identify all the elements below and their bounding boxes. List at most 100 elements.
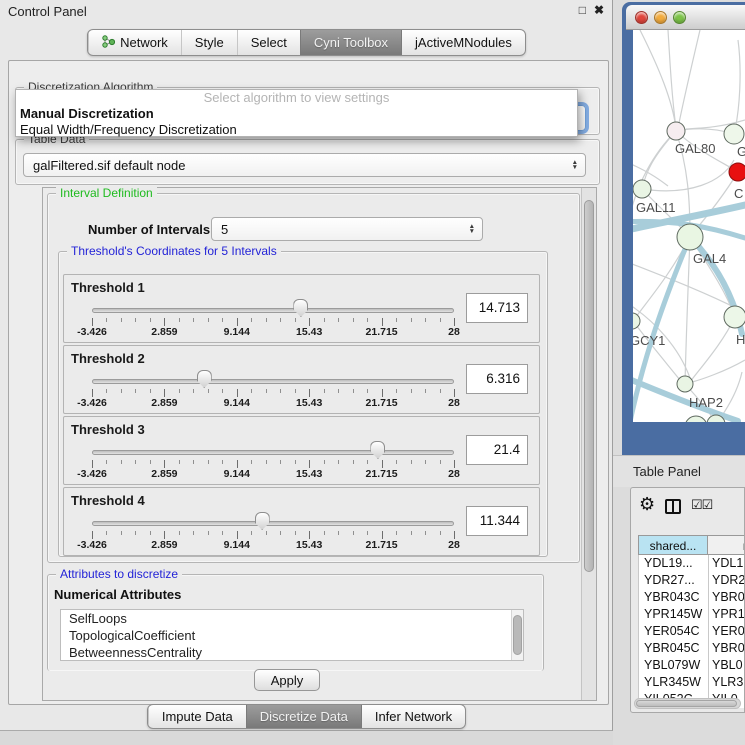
tab-label: jActiveMNodules xyxy=(415,35,512,50)
network-node[interactable] xyxy=(633,313,640,329)
name-cell[interactable]: YBR0 xyxy=(708,589,745,606)
threshold-value-field[interactable]: 21.4 xyxy=(466,435,528,465)
shared-name-cell[interactable]: YLR345W xyxy=(638,674,708,691)
threshold-label: Threshold 4 xyxy=(71,493,145,508)
tab-label: Impute Data xyxy=(162,709,233,724)
shared-name-cell[interactable]: YPR145W xyxy=(638,606,708,623)
attribute-list-item[interactable]: BetweennessCentrality xyxy=(61,644,523,661)
interval-definition-group: Interval Definition Number of Intervals … xyxy=(47,193,580,563)
name-cell[interactable]: YER0 xyxy=(708,623,745,640)
shared-name-cell[interactable]: YBR043C xyxy=(638,589,708,606)
network-node[interactable] xyxy=(685,416,707,422)
scrollbar-thumb[interactable] xyxy=(636,700,737,707)
minimize-traffic-light-icon[interactable] xyxy=(654,11,667,24)
shared-name-cell[interactable]: YBR045C xyxy=(638,640,708,657)
attributes-group: Attributes to discretize Numerical Attri… xyxy=(47,574,544,671)
slider-scale-labels: -3.4262.8599.14415.4321.71528 xyxy=(92,326,454,339)
threshold-label: Threshold 1 xyxy=(71,280,145,295)
number-of-intervals-label: Number of Intervals xyxy=(88,222,210,237)
threshold-value-field[interactable]: 11.344 xyxy=(466,506,528,536)
slider-thumb[interactable] xyxy=(255,512,270,530)
table-panel-title: Table Panel xyxy=(633,464,701,479)
network-canvas[interactable]: GAL80GACGAL11GAL4HGCY1HAP2 xyxy=(633,30,745,422)
threshold-value-field[interactable]: 14.713 xyxy=(466,293,528,323)
table-row[interactable]: YDL19... YDL1 xyxy=(638,555,745,572)
network-node[interactable] xyxy=(729,163,745,181)
node-label: GCY1 xyxy=(633,333,665,348)
dropdown-prompt: Select algorithm to view settings xyxy=(16,90,577,106)
threshold-row: Threshold 1 -3.4262.8599.14415.4321.7152… xyxy=(63,274,540,343)
table-row[interactable]: YBL079W YBL0 xyxy=(638,657,745,674)
shared-name-cell[interactable]: YBL079W xyxy=(638,657,708,674)
table-row[interactable]: YBR043C YBR0 xyxy=(638,589,745,606)
close-window-icon[interactable]: ✖ xyxy=(594,3,604,17)
name-cell[interactable]: YDR2 xyxy=(708,572,745,589)
shared-name-cell[interactable]: YDL19... xyxy=(638,555,708,572)
table-row[interactable]: YLR345W YLR3 xyxy=(638,674,745,691)
settings-pane-scrollbar[interactable] xyxy=(581,188,596,700)
tab[interactable]: Infer Network xyxy=(361,705,465,728)
name-cell[interactable]: YBR0 xyxy=(708,640,745,657)
table-row[interactable]: YPR145W YPR1 xyxy=(638,606,745,623)
network-node[interactable] xyxy=(677,224,703,250)
network-node[interactable] xyxy=(677,376,693,392)
table-data-combo[interactable]: galFiltered.sif default node ▲▼ xyxy=(23,153,586,177)
attribute-list-item[interactable]: TopologicalCoefficient xyxy=(61,627,523,644)
threshold-rows: Threshold 1 -3.4262.8599.14415.4321.7152… xyxy=(59,274,540,558)
tab[interactable]: Discretize Data xyxy=(246,705,361,728)
close-traffic-light-icon[interactable] xyxy=(635,11,648,24)
control-panel-tabs: Network Style Select Cyni Toolbox jActiv… xyxy=(87,29,526,56)
name-cell[interactable]: YPR1 xyxy=(708,606,745,623)
name-cell[interactable]: YLR3 xyxy=(708,674,745,691)
threshold-value-field[interactable]: 6.316 xyxy=(466,364,528,394)
number-of-intervals-value: 5 xyxy=(221,222,228,237)
checkbox-icons[interactable]: ☑☑ xyxy=(691,497,712,513)
table-row[interactable]: YDR27... YDR2 xyxy=(638,572,745,589)
tab-label: Style xyxy=(195,35,224,50)
group-title: Attributes to discretize xyxy=(56,567,182,581)
tab[interactable]: Select xyxy=(237,30,300,55)
zoom-traffic-light-icon[interactable] xyxy=(673,11,686,24)
shared-name-cell[interactable]: YER054C xyxy=(638,623,708,640)
threshold-slider[interactable] xyxy=(92,450,454,455)
table-row[interactable]: YBR045C YBR0 xyxy=(638,640,745,657)
dropdown-option[interactable]: Manual Discretization xyxy=(16,106,577,122)
shared-name-cell[interactable]: YDR27... xyxy=(638,572,708,589)
apply-button[interactable]: Apply xyxy=(254,669,320,691)
threshold-slider[interactable] xyxy=(92,308,454,313)
network-node[interactable] xyxy=(633,180,651,198)
table-horizontal-scrollbar[interactable] xyxy=(634,698,741,709)
dropdown-option[interactable]: Equal Width/Frequency Discretization xyxy=(16,122,577,138)
columns-icon[interactable] xyxy=(665,499,681,514)
name-cell[interactable]: YBL0 xyxy=(708,657,745,674)
tab[interactable]: Impute Data xyxy=(148,705,246,728)
table-row[interactable]: YER054C YER0 xyxy=(638,623,745,640)
tab[interactable]: Style xyxy=(181,30,237,55)
table-column-header[interactable]: na xyxy=(708,535,745,555)
scrollbar-thumb[interactable] xyxy=(584,200,594,572)
threshold-slider[interactable] xyxy=(92,521,454,526)
control-panel-window: Control Panel □ ✖ Network Style Select C… xyxy=(0,0,613,731)
slider-thumb[interactable] xyxy=(293,299,308,317)
float-window-icon[interactable]: □ xyxy=(579,3,586,17)
name-cell[interactable]: YDL1 xyxy=(708,555,745,572)
network-node[interactable] xyxy=(724,124,744,144)
scrollbar-thumb[interactable] xyxy=(513,615,522,655)
slider-thumb[interactable] xyxy=(370,441,385,459)
network-node[interactable] xyxy=(724,306,745,328)
tab[interactable]: Cyni Toolbox xyxy=(300,30,401,55)
number-of-intervals-combo[interactable]: 5 ▲▼ xyxy=(211,217,483,241)
tab[interactable]: Network xyxy=(88,30,181,55)
slider-thumb[interactable] xyxy=(197,370,212,388)
attributes-list-scrollbar[interactable] xyxy=(511,610,523,660)
gear-icon[interactable]: ⚙ xyxy=(639,494,655,515)
attribute-list-item[interactable]: SelfLoops xyxy=(61,610,523,627)
node-label: GAL4 xyxy=(693,251,726,266)
control-panel-titlebar: Control Panel □ ✖ xyxy=(0,0,612,24)
network-node[interactable] xyxy=(667,122,685,140)
table-column-header[interactable]: shared... xyxy=(638,535,708,555)
threshold-slider[interactable] xyxy=(92,379,454,384)
tab[interactable]: jActiveMNodules xyxy=(401,30,525,55)
threshold-label: Threshold 3 xyxy=(71,422,145,437)
table-body: YDL19... YDL1 YDR27... YDR2 YBR043C YBR0… xyxy=(638,555,745,708)
